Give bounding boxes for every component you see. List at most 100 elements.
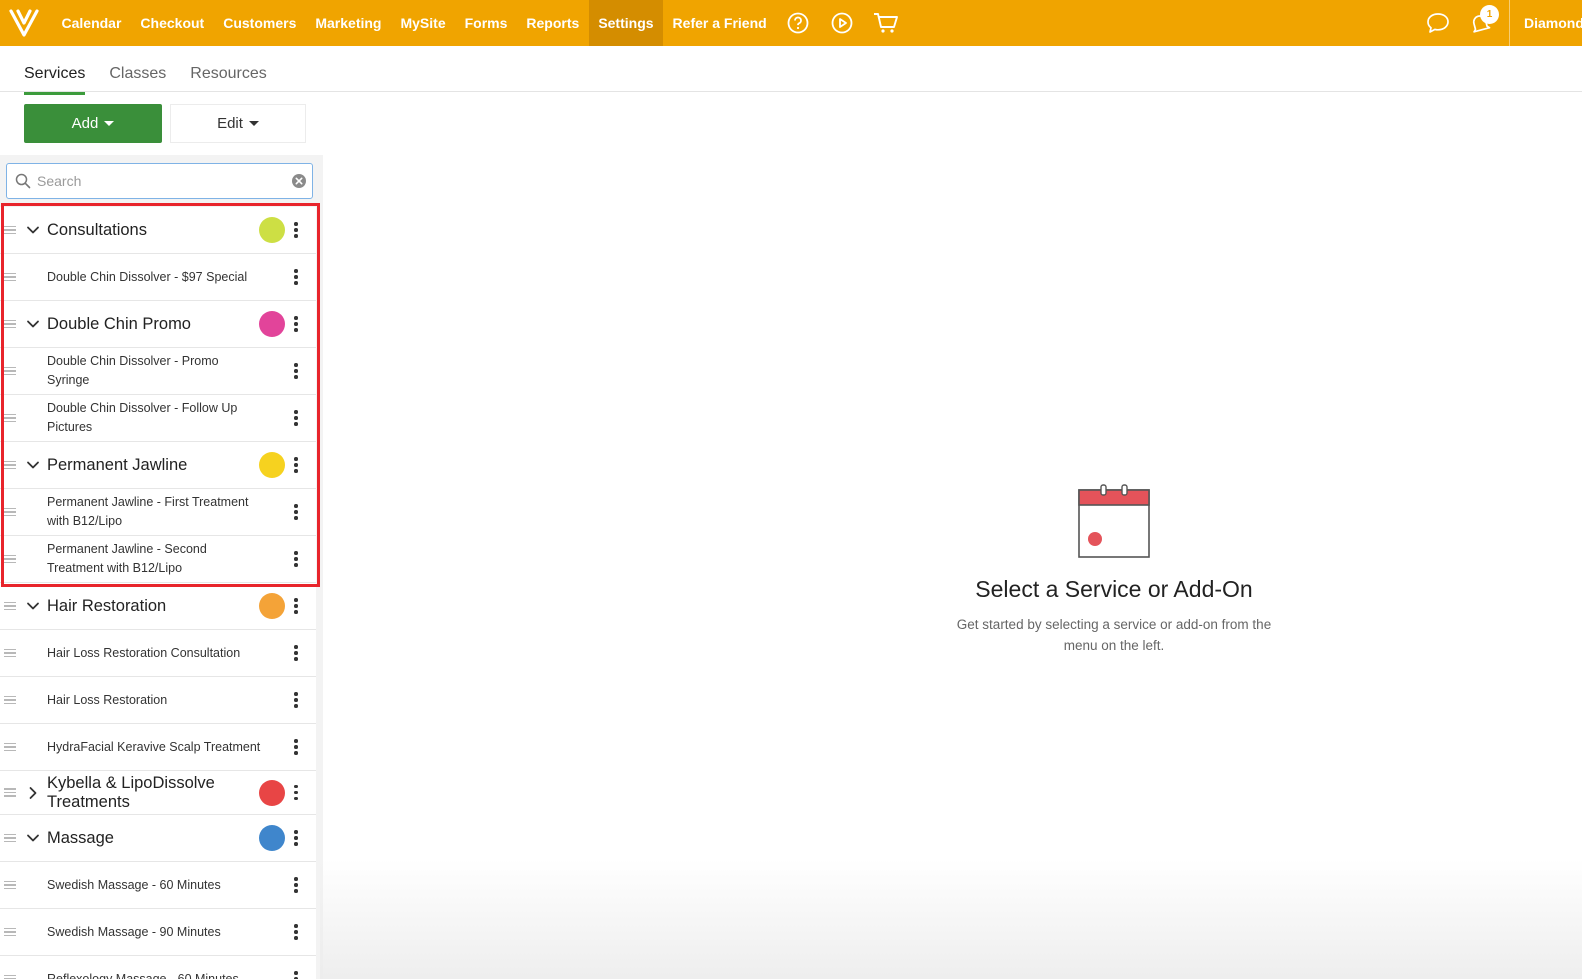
category-row[interactable]: Massage	[0, 815, 316, 862]
drag-handle-icon[interactable]	[4, 695, 16, 705]
category-row[interactable]: Double Chin Promo	[0, 301, 316, 348]
account-name[interactable]: Diamond	[1510, 15, 1582, 31]
more-options-icon[interactable]	[290, 457, 302, 473]
service-name: Hair Loss Restoration	[47, 692, 168, 707]
tab-resources[interactable]: Resources	[190, 58, 266, 95]
category-color-dot[interactable]	[259, 311, 285, 337]
empty-state-subtitle: Get started by selecting a service or ad…	[956, 617, 1272, 653]
top-right-tools: 1 Diamond	[1417, 0, 1582, 46]
service-row[interactable]: Double Chin Dissolver - $97 Special	[0, 254, 316, 301]
service-row[interactable]: Reflexology Massage - 60 Minutes	[0, 956, 316, 979]
service-row[interactable]: Swedish Massage - 90 Minutes	[0, 909, 316, 956]
more-options-icon[interactable]	[290, 784, 302, 801]
more-options-icon[interactable]	[290, 645, 302, 661]
nav-item-refer-a-friend[interactable]: Refer a Friend	[663, 0, 776, 46]
chevron-down-icon[interactable]	[26, 831, 40, 845]
category-row[interactable]: Kybella & LipoDissolve Treatments	[0, 771, 316, 815]
drag-handle-icon[interactable]	[4, 880, 16, 890]
drag-handle-icon[interactable]	[4, 601, 16, 611]
cart-icon[interactable]	[864, 0, 908, 46]
category-color-dot[interactable]	[259, 217, 285, 243]
chat-icon[interactable]	[1417, 0, 1459, 46]
edit-dropdown-button[interactable]: Edit	[170, 104, 306, 143]
search-icon	[11, 173, 35, 189]
service-name: Permanent Jawline - Second Treatment wit…	[47, 542, 207, 575]
more-options-icon[interactable]	[290, 410, 302, 426]
chevron-down-icon[interactable]	[26, 317, 40, 331]
category-color-dot[interactable]	[259, 825, 285, 851]
tab-classes[interactable]: Classes	[109, 58, 166, 95]
service-row[interactable]: Hair Loss Restoration Consultation	[0, 630, 316, 677]
drag-handle-icon[interactable]	[4, 833, 16, 843]
category-color-dot[interactable]	[259, 779, 285, 806]
more-options-icon[interactable]	[290, 692, 302, 708]
service-row[interactable]: Double Chin Dissolver - Follow Up Pictur…	[0, 395, 316, 442]
more-options-icon[interactable]	[290, 877, 302, 893]
drag-handle-icon[interactable]	[4, 225, 16, 235]
caret-down-icon	[248, 121, 259, 126]
drag-handle-icon[interactable]	[4, 554, 16, 564]
nav-item-mysite[interactable]: MySite	[391, 0, 455, 46]
help-icon[interactable]	[776, 0, 820, 46]
drag-handle-icon[interactable]	[4, 319, 16, 329]
chevron-down-icon[interactable]	[26, 223, 40, 237]
settings-subtabs: Services Classes Resources	[24, 58, 291, 95]
drag-handle-icon[interactable]	[4, 742, 16, 752]
drag-handle-icon[interactable]	[4, 648, 16, 658]
more-options-icon[interactable]	[290, 830, 302, 846]
category-row[interactable]: Hair Restoration	[0, 583, 316, 630]
nav-item-reports[interactable]: Reports	[517, 0, 589, 46]
chevron-down-icon[interactable]	[26, 458, 40, 472]
drag-handle-icon[interactable]	[4, 366, 16, 376]
category-row[interactable]: Consultations	[0, 207, 316, 254]
drag-handle-icon[interactable]	[4, 460, 16, 470]
drag-handle-icon[interactable]	[4, 507, 16, 517]
drag-handle-icon[interactable]	[4, 927, 16, 937]
service-row[interactable]: Permanent Jawline - Second Treatment wit…	[0, 536, 316, 583]
category-row[interactable]: Permanent Jawline	[0, 442, 316, 489]
vagaro-logo-icon[interactable]	[0, 0, 48, 46]
service-name: Double Chin Dissolver - Follow Up Pictur…	[47, 401, 238, 434]
drag-handle-icon[interactable]	[4, 413, 16, 423]
nav-item-forms[interactable]: Forms	[455, 0, 517, 46]
more-options-icon[interactable]	[290, 739, 302, 755]
nav-item-calendar[interactable]: Calendar	[52, 0, 131, 46]
more-options-icon[interactable]	[290, 222, 302, 238]
nav-item-customers[interactable]: Customers	[214, 0, 306, 46]
service-list: Consultations Double Chin Dissolver - $97…	[0, 207, 316, 979]
more-options-icon[interactable]	[290, 504, 302, 520]
more-options-icon[interactable]	[290, 269, 302, 285]
more-options-icon[interactable]	[290, 971, 302, 979]
nav-item-settings[interactable]: Settings	[588, 0, 664, 46]
service-row[interactable]: HydraFacial Keravive Scalp Treatment	[0, 724, 316, 771]
clear-search-icon[interactable]	[286, 173, 312, 189]
tab-services[interactable]: Services	[24, 58, 86, 95]
service-row[interactable]: Swedish Massage - 60 Minutes	[0, 862, 316, 909]
more-options-icon[interactable]	[290, 598, 302, 614]
add-dropdown-button[interactable]: Add	[24, 104, 162, 143]
drag-handle-icon[interactable]	[4, 272, 16, 282]
caret-down-icon	[104, 121, 115, 126]
play-icon[interactable]	[820, 0, 864, 46]
service-row[interactable]: Hair Loss Restoration	[0, 677, 316, 724]
category-color-dot[interactable]	[259, 593, 285, 619]
service-name: Hair Loss Restoration Consultation	[47, 645, 241, 660]
more-options-icon[interactable]	[290, 551, 302, 567]
chevron-down-icon[interactable]	[26, 599, 40, 613]
nav-item-checkout[interactable]: Checkout	[131, 0, 214, 46]
more-options-icon[interactable]	[290, 363, 302, 379]
chevron-right-icon[interactable]	[26, 786, 40, 800]
nav-item-marketing[interactable]: Marketing	[306, 0, 391, 46]
drag-handle-icon[interactable]	[4, 788, 16, 797]
service-row[interactable]: Double Chin Dissolver - Promo Syringe	[0, 348, 316, 395]
search-input[interactable]	[35, 173, 286, 189]
notifications-bell-icon[interactable]: 1	[1459, 0, 1501, 46]
more-options-icon[interactable]	[290, 316, 302, 332]
drag-handle-icon[interactable]	[4, 974, 16, 979]
more-options-icon[interactable]	[290, 924, 302, 940]
service-name: Reflexology Massage - 60 Minutes	[47, 971, 239, 979]
edit-button-label: Edit	[217, 115, 243, 132]
service-list-panel: Consultations Double Chin Dissolver - $97…	[0, 155, 323, 979]
service-row[interactable]: Permanent Jawline - First Treatment with…	[0, 489, 316, 536]
category-color-dot[interactable]	[259, 452, 285, 478]
